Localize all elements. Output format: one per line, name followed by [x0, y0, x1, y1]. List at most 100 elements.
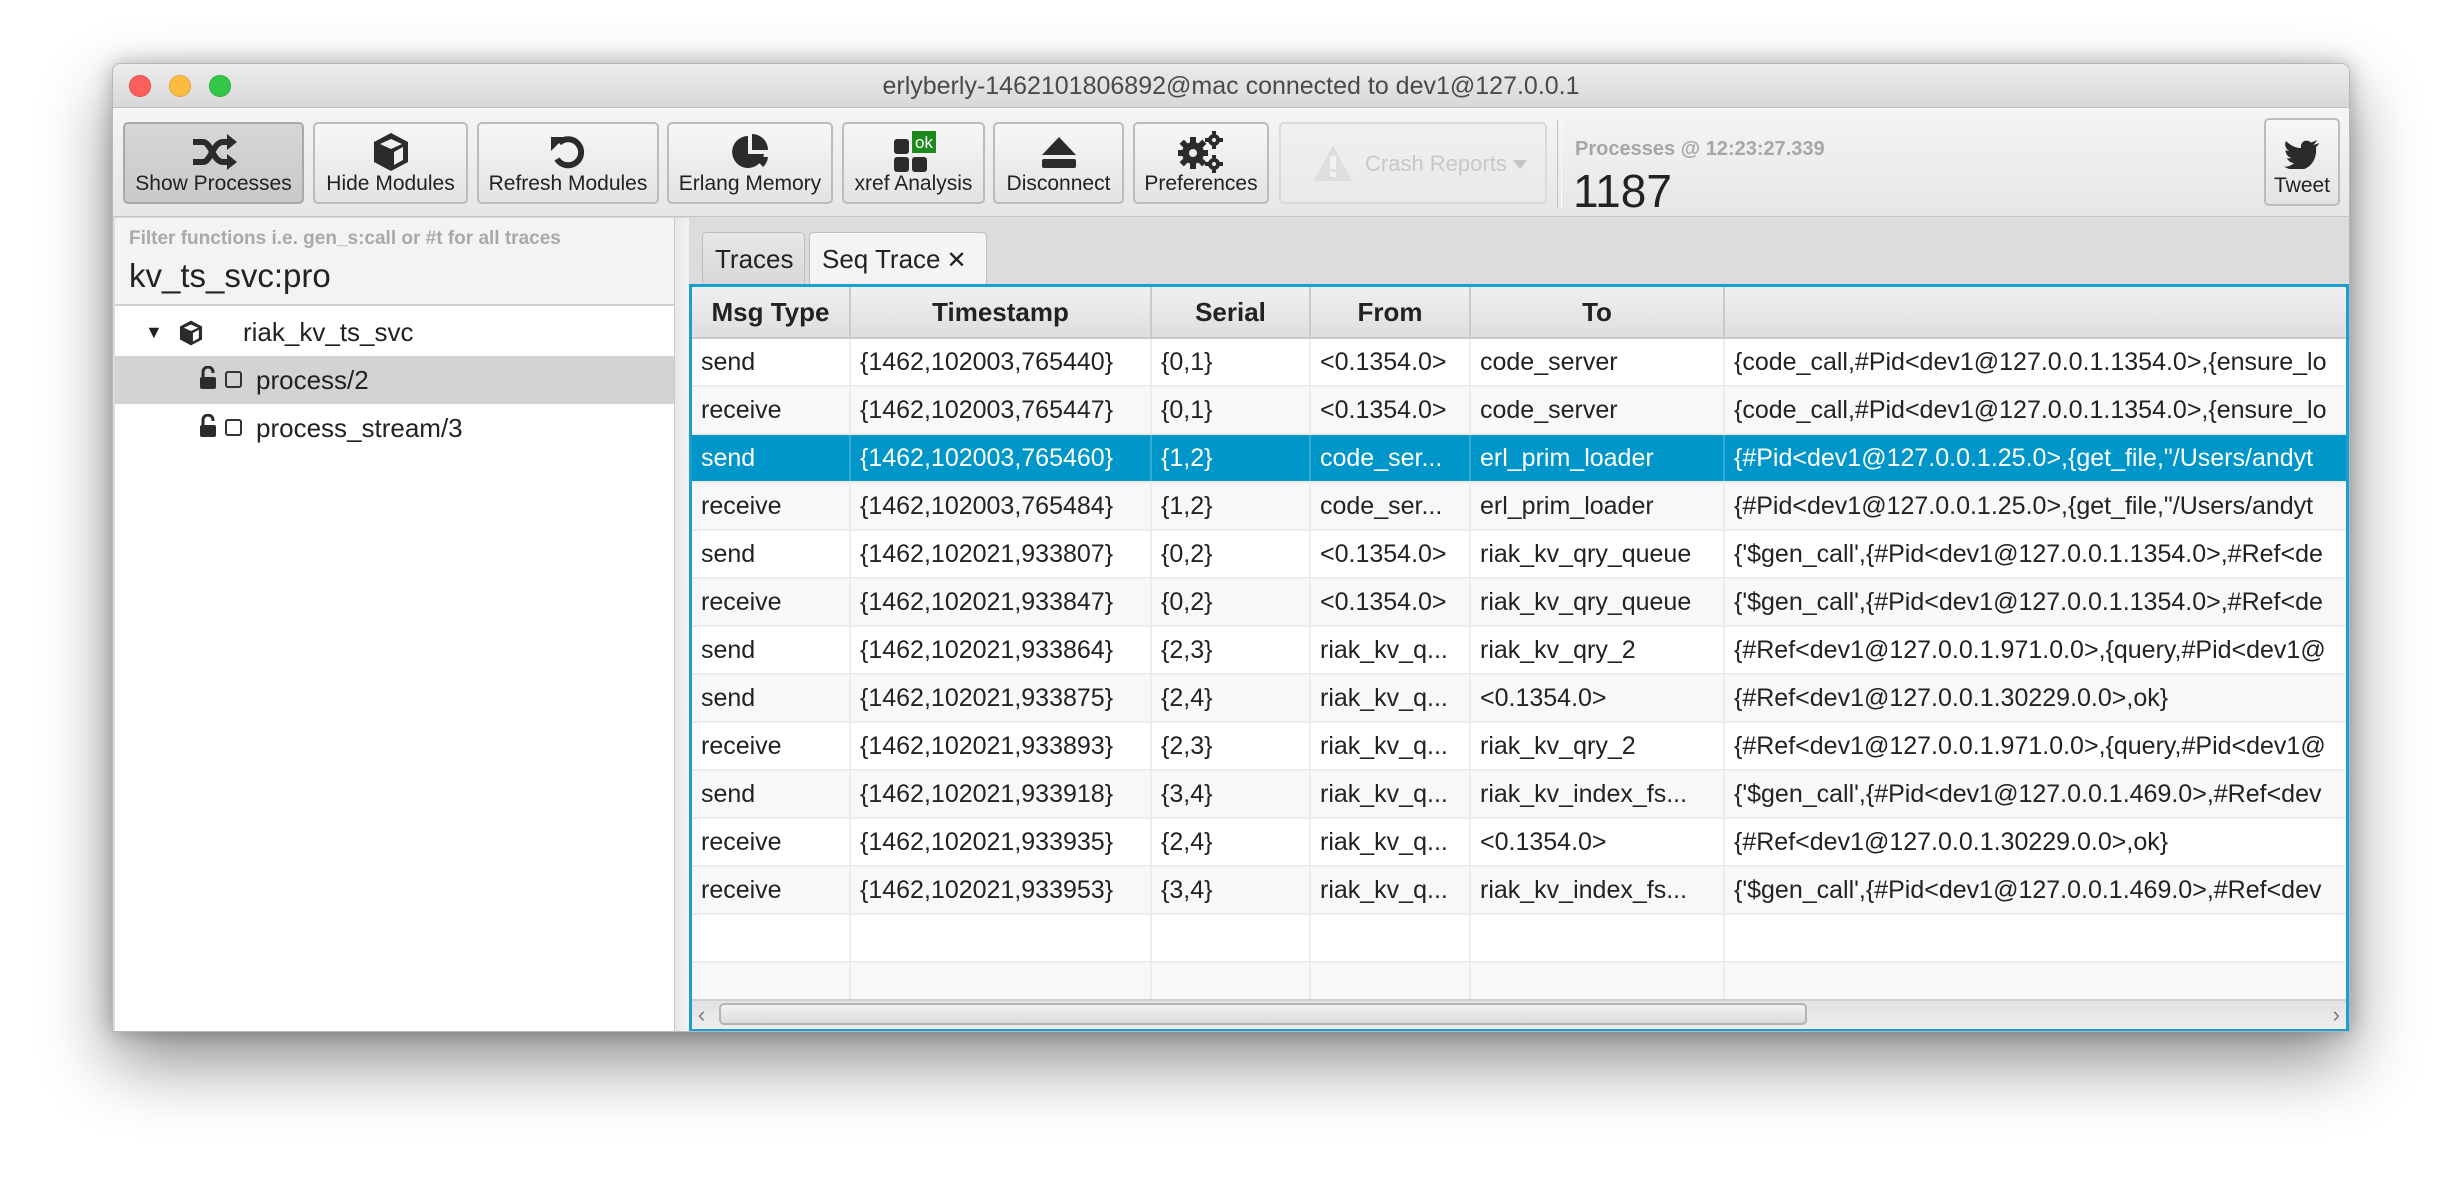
scroll-left-icon[interactable]: ‹ [698, 1002, 705, 1028]
crash-reports-button[interactable]: Crash Reports [1279, 122, 1547, 204]
table-row[interactable]: send {1462,102003,765460} {1,2} code_ser...… [692, 435, 2346, 483]
cell-serial: {2,4} [1152, 819, 1311, 865]
shuffle-icon [192, 134, 237, 170]
cell-timestamp: {1462,102003,765484} [851, 483, 1152, 529]
trace-checkbox[interactable] [225, 419, 242, 436]
show-processes-button[interactable]: Show Processes [123, 122, 304, 204]
window-title: erlyberly-1462101806892@mac connected to… [882, 72, 1580, 100]
processes-timestamp-label: Processes @ 12:23:27.339 [1575, 138, 1825, 160]
cell-message: {'$gen_call',{#Pid<dev1@127.0.0.1.1354.0… [1734, 540, 2323, 568]
table-row[interactable]: send {1462,102021,933918} {3,4} riak_kv_q..… [692, 771, 2346, 819]
cell-msg-type: send [692, 531, 851, 577]
cell-from: code_ser... [1311, 483, 1471, 529]
column-header-from[interactable]: From [1311, 287, 1471, 337]
show-processes-label: Show Processes [135, 172, 292, 195]
cell-msg-type: receive [692, 483, 851, 529]
table-row[interactable]: receive {1462,102021,933847} {0,2} <0.1354.… [692, 579, 2346, 627]
cell-message: {#Pid<dev1@127.0.0.1.25.0>,{get_file,"/U… [1734, 444, 2314, 472]
table-row[interactable]: receive {1462,102021,933953} {3,4} riak_kv_… [692, 867, 2346, 915]
xref-analysis-label: xref Analysis [854, 172, 973, 195]
cell-serial: {2,3} [1152, 627, 1311, 673]
erlang-memory-button[interactable]: Erlang Memory [667, 122, 833, 204]
table-row[interactable]: send {1462,102021,933807} {0,2} <0.1354.0> r… [692, 531, 2346, 579]
cell-to: riak_kv_index_fs... [1471, 867, 1725, 913]
table-row[interactable]: receive {1462,102003,765447} {0,1} <0.1354.… [692, 387, 2346, 435]
split-pane-divider[interactable] [675, 218, 689, 1031]
pie-chart-icon [732, 134, 768, 168]
cell-from: <0.1354.0> [1311, 531, 1471, 577]
ok-badge: ok [915, 133, 933, 152]
title-bar: erlyberly-1462101806892@mac connected to… [113, 64, 2349, 108]
table-row[interactable]: receive {1462,102003,765484} {1,2} code_ser… [692, 483, 2346, 531]
table-body: send {1462,102003,765440} {0,1} <0.1354.0> c… [692, 339, 2346, 1011]
cube-icon [373, 133, 408, 171]
close-tab-icon[interactable]: ✕ [947, 247, 967, 274]
grid-icon: ok [893, 131, 936, 172]
dropdown-arrow-icon [1513, 160, 1527, 169]
tweet-button[interactable]: Tweet [2264, 118, 2340, 206]
cell-msg-type: receive [692, 723, 851, 769]
scrollbar-thumb[interactable] [719, 1003, 1807, 1025]
refresh-modules-label: Refresh Modules [488, 172, 648, 195]
cell-timestamp [851, 915, 1152, 961]
table-header: Msg Type Timestamp Serial From To [692, 287, 2346, 339]
trace-checkbox[interactable] [225, 371, 242, 388]
cell-timestamp: {1462,102003,765460} [851, 435, 1152, 481]
module-cube-icon [179, 320, 203, 346]
cell-from: riak_kv_q... [1311, 819, 1471, 865]
table-row[interactable]: send {1462,102021,933875} {2,4} riak_kv_q..… [692, 675, 2346, 723]
table-row[interactable]: receive {1462,102021,933935} {2,4} riak_kv_… [692, 819, 2346, 867]
app-window: erlyberly-1462101806892@mac connected to… [112, 63, 2350, 1032]
table-row[interactable]: send {1462,102021,933864} {2,3} riak_kv_q..… [692, 627, 2346, 675]
horizontal-scrollbar[interactable]: ‹ › [692, 999, 2346, 1029]
cell-msg-type: receive [692, 819, 851, 865]
cell-serial: {0,1} [1152, 387, 1311, 433]
cell-to: erl_prim_loader [1471, 435, 1725, 481]
hide-modules-label: Hide Modules [326, 172, 455, 195]
module-name: riak_kv_ts_svc [243, 317, 414, 347]
tab-traces[interactable]: Traces [702, 232, 805, 284]
cell-message [1725, 915, 2346, 961]
empty-table-row[interactable] [692, 915, 2346, 963]
tab-seq-trace[interactable]: Seq Trace ✕ [809, 232, 987, 284]
hide-modules-button[interactable]: Hide Modules [313, 122, 468, 204]
table-row[interactable]: send {1462,102003,765440} {0,1} <0.1354.0> c… [692, 339, 2346, 387]
cell-to [1471, 915, 1725, 961]
cell-serial: {2,3} [1152, 723, 1311, 769]
scroll-right-icon[interactable]: › [2333, 1002, 2340, 1028]
cell-msg-type: send [692, 675, 851, 721]
cell-msg-type: receive [692, 867, 851, 913]
cell-message: {'$gen_call',{#Pid<dev1@127.0.0.1.1354.0… [1734, 588, 2323, 616]
cell-message: {'$gen_call',{#Pid<dev1@127.0.0.1.469.0>… [1734, 876, 2322, 904]
cell-to: <0.1354.0> [1471, 819, 1725, 865]
table-row[interactable]: receive {1462,102021,933893} {2,3} riak_kv_… [692, 723, 2346, 771]
column-header-msg-type[interactable]: Msg Type [692, 287, 851, 337]
cell-serial: {0,2} [1152, 579, 1311, 625]
trace-panel: Traces Seq Trace ✕ Msg Type Timestamp Ser… [689, 218, 2349, 1031]
filter-hint: Filter functions i.e. gen_s:call or #t f… [129, 228, 561, 249]
twitter-bird-icon [2284, 140, 2319, 169]
crash-reports-label: Crash Reports [1365, 151, 1507, 176]
cell-message: {#Pid<dev1@127.0.0.1.25.0>,{get_file,"/U… [1734, 492, 2314, 520]
xref-analysis-button[interactable]: ok xref Analysis [842, 122, 985, 204]
column-header-message[interactable] [1725, 287, 2346, 337]
column-header-serial[interactable]: Serial [1152, 287, 1311, 337]
function-browser-panel: Filter functions i.e. gen_s:call or #t f… [115, 218, 675, 1031]
refresh-icon [551, 136, 585, 169]
refresh-modules-button[interactable]: Refresh Modules [477, 122, 659, 204]
preferences-button[interactable]: Preferences [1133, 122, 1269, 204]
tree-module-row[interactable]: ▼ riak_kv_ts_svc [115, 308, 674, 356]
cell-timestamp: {1462,102021,933893} [851, 723, 1152, 769]
disconnect-button[interactable]: Disconnect [993, 122, 1124, 204]
filter-functions-input[interactable] [125, 254, 663, 298]
column-header-to[interactable]: To [1471, 287, 1725, 337]
expand-triangle-icon[interactable]: ▼ [145, 308, 163, 356]
column-header-timestamp[interactable]: Timestamp [851, 287, 1152, 337]
tree-function-row[interactable]: process/2 [115, 356, 674, 404]
tree-function-row[interactable]: process_stream/3 [115, 404, 674, 452]
cell-from: riak_kv_q... [1311, 723, 1471, 769]
cell-serial: {2,4} [1152, 675, 1311, 721]
cell-serial: {1,2} [1152, 435, 1311, 481]
cell-message: {#Ref<dev1@127.0.0.1.30229.0.0>,ok} [1734, 828, 2169, 856]
cell-timestamp: {1462,102021,933918} [851, 771, 1152, 817]
